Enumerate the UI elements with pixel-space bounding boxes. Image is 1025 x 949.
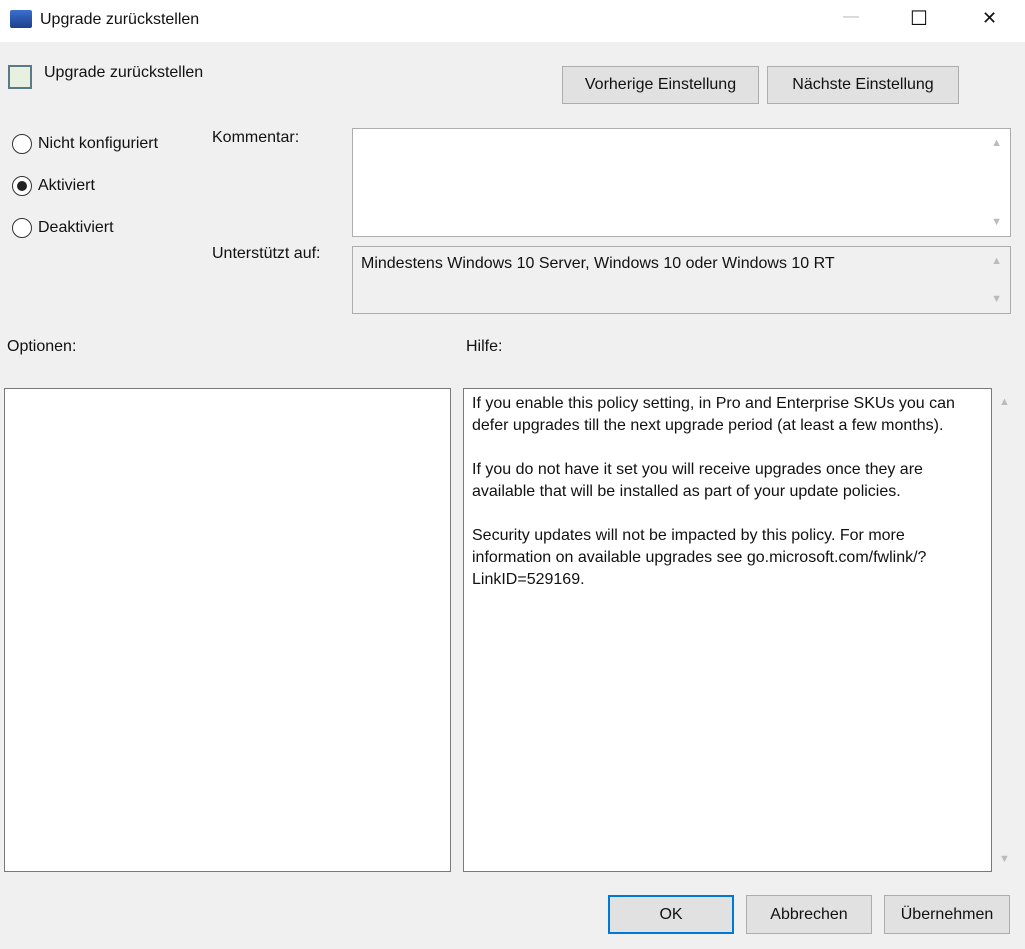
maximize-button[interactable]: ☐ — [910, 6, 928, 31]
supported-value: Mindestens Windows 10 Server, Windows 10… — [361, 255, 835, 272]
help-scroll-down-icon[interactable]: ▼ — [999, 853, 1010, 865]
scroll-down-icon[interactable]: ▼ — [991, 216, 1002, 228]
close-button[interactable]: ✕ — [982, 8, 997, 29]
previous-setting-button[interactable]: Vorherige Einstellung — [562, 66, 759, 104]
window-title: Upgrade zurückstellen — [40, 11, 200, 28]
cancel-button[interactable]: Abbrechen — [746, 895, 872, 934]
supported-label: Unterstützt auf: — [212, 245, 321, 262]
radio-label: Aktiviert — [38, 177, 95, 194]
help-scroll-up-icon[interactable]: ▲ — [999, 396, 1010, 408]
radio-circle — [12, 218, 32, 238]
help-paragraph: If you do not have it set you will recei… — [472, 461, 923, 500]
radio-label: Deaktiviert — [38, 219, 114, 236]
radio-circle — [12, 134, 32, 154]
supported-field: Mindestens Windows 10 Server, Windows 10… — [352, 246, 1011, 314]
next-setting-button[interactable]: Nächste Einstellung — [767, 66, 959, 104]
scroll-down-icon[interactable]: ▼ — [991, 293, 1002, 305]
policy-icon — [8, 65, 32, 89]
apply-button[interactable]: Übernehmen — [884, 895, 1010, 934]
options-panel — [4, 388, 451, 872]
help-panel: If you enable this policy setting, in Pr… — [463, 388, 992, 872]
comment-input[interactable]: ▲ ▼ — [352, 128, 1011, 237]
comment-label: Kommentar: — [212, 129, 300, 146]
radio-circle — [12, 176, 32, 196]
help-paragraph: Security updates will not be impacted by… — [472, 527, 927, 588]
radio-enabled[interactable]: Aktiviert — [12, 176, 95, 196]
policy-title: Upgrade zurückstellen — [44, 64, 204, 81]
title-bar: Upgrade zurückstellen — ☐ ✕ — [0, 0, 1025, 42]
options-label: Optionen: — [7, 338, 77, 355]
help-paragraph: If you enable this policy setting, in Pr… — [472, 395, 955, 434]
scroll-up-icon[interactable]: ▲ — [991, 255, 1002, 267]
minimize-button[interactable]: — — [843, 8, 859, 26]
radio-label: Nicht konfiguriert — [38, 135, 159, 152]
help-label: Hilfe: — [466, 338, 503, 355]
radio-disabled[interactable]: Deaktiviert — [12, 218, 114, 238]
app-icon — [10, 10, 32, 28]
ok-button[interactable]: OK — [608, 895, 734, 934]
scroll-up-icon[interactable]: ▲ — [991, 137, 1002, 149]
radio-not-configured[interactable]: Nicht konfiguriert — [12, 134, 158, 154]
